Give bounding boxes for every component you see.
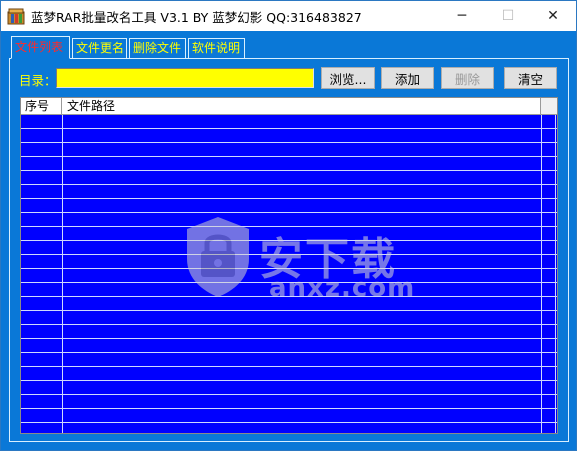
grid-empty-row[interactable]	[21, 171, 557, 185]
grid-body[interactable]	[21, 115, 557, 433]
column-header-filler	[541, 98, 557, 114]
grid-empty-row[interactable]	[21, 157, 557, 171]
add-button[interactable]: 添加	[381, 67, 434, 89]
grid-empty-row[interactable]	[21, 269, 557, 283]
directory-label: 目录：	[19, 73, 57, 88]
column-divider	[62, 115, 63, 433]
grid-empty-row[interactable]	[21, 143, 557, 157]
window-title: 蓝梦RAR批量改名工具 V3.1 BY 蓝梦幻影 QQ:316483827	[31, 10, 362, 25]
close-button[interactable]: ✕	[530, 1, 576, 31]
title-bar[interactable]: 蓝梦RAR批量改名工具 V3.1 BY 蓝梦幻影 QQ:316483827 ─ …	[1, 1, 576, 31]
grid-empty-row[interactable]	[21, 283, 557, 297]
grid-empty-row[interactable]	[21, 185, 557, 199]
grid-empty-row[interactable]	[21, 395, 557, 409]
tab-delete-files[interactable]: 删除文件	[129, 38, 186, 59]
grid-empty-row[interactable]	[21, 255, 557, 269]
tab-about[interactable]: 软件说明	[188, 38, 245, 59]
grid-empty-row[interactable]	[21, 227, 557, 241]
clear-button[interactable]: 清空	[504, 67, 557, 89]
minimize-icon: ─	[457, 8, 467, 24]
browse-button[interactable]: 浏览...	[321, 67, 375, 89]
client-area: 文件列表 文件更名 删除文件 软件说明 目录： 浏览... 添加 删除 清空 序…	[1, 31, 576, 450]
grid-empty-row[interactable]	[21, 199, 557, 213]
column-header-path[interactable]: 文件路径	[62, 98, 541, 114]
grid-empty-row[interactable]	[21, 367, 557, 381]
grid-empty-row[interactable]	[21, 339, 557, 353]
minimize-button[interactable]: ─	[439, 1, 485, 31]
directory-input[interactable]	[56, 68, 314, 88]
file-list-panel: 目录： 浏览... 添加 删除 清空 序号 文件路径	[9, 58, 569, 442]
archive-icon	[7, 8, 25, 25]
maximize-icon: ☐	[501, 8, 515, 24]
grid-empty-row[interactable]	[21, 409, 557, 423]
grid-empty-row[interactable]	[21, 353, 557, 367]
grid-empty-row[interactable]	[21, 213, 557, 227]
grid-header: 序号 文件路径	[21, 98, 557, 115]
column-header-index[interactable]: 序号	[21, 98, 62, 114]
grid-empty-row[interactable]	[21, 381, 557, 395]
grid-empty-row[interactable]	[21, 115, 557, 129]
grid-empty-row[interactable]	[21, 325, 557, 339]
app-window: 蓝梦RAR批量改名工具 V3.1 BY 蓝梦幻影 QQ:316483827 ─ …	[0, 0, 577, 451]
column-divider	[541, 115, 542, 433]
close-icon: ✕	[547, 8, 559, 24]
tab-file-list[interactable]: 文件列表	[11, 36, 70, 59]
column-divider	[555, 115, 556, 433]
grid-empty-row[interactable]	[21, 311, 557, 325]
grid-empty-row[interactable]	[21, 241, 557, 255]
file-grid[interactable]: 序号 文件路径	[20, 97, 558, 434]
grid-empty-row[interactable]	[21, 129, 557, 143]
maximize-button[interactable]: ☐	[485, 1, 531, 31]
delete-button[interactable]: 删除	[441, 67, 494, 89]
tab-rename[interactable]: 文件更名	[72, 38, 127, 59]
grid-empty-row[interactable]	[21, 297, 557, 311]
